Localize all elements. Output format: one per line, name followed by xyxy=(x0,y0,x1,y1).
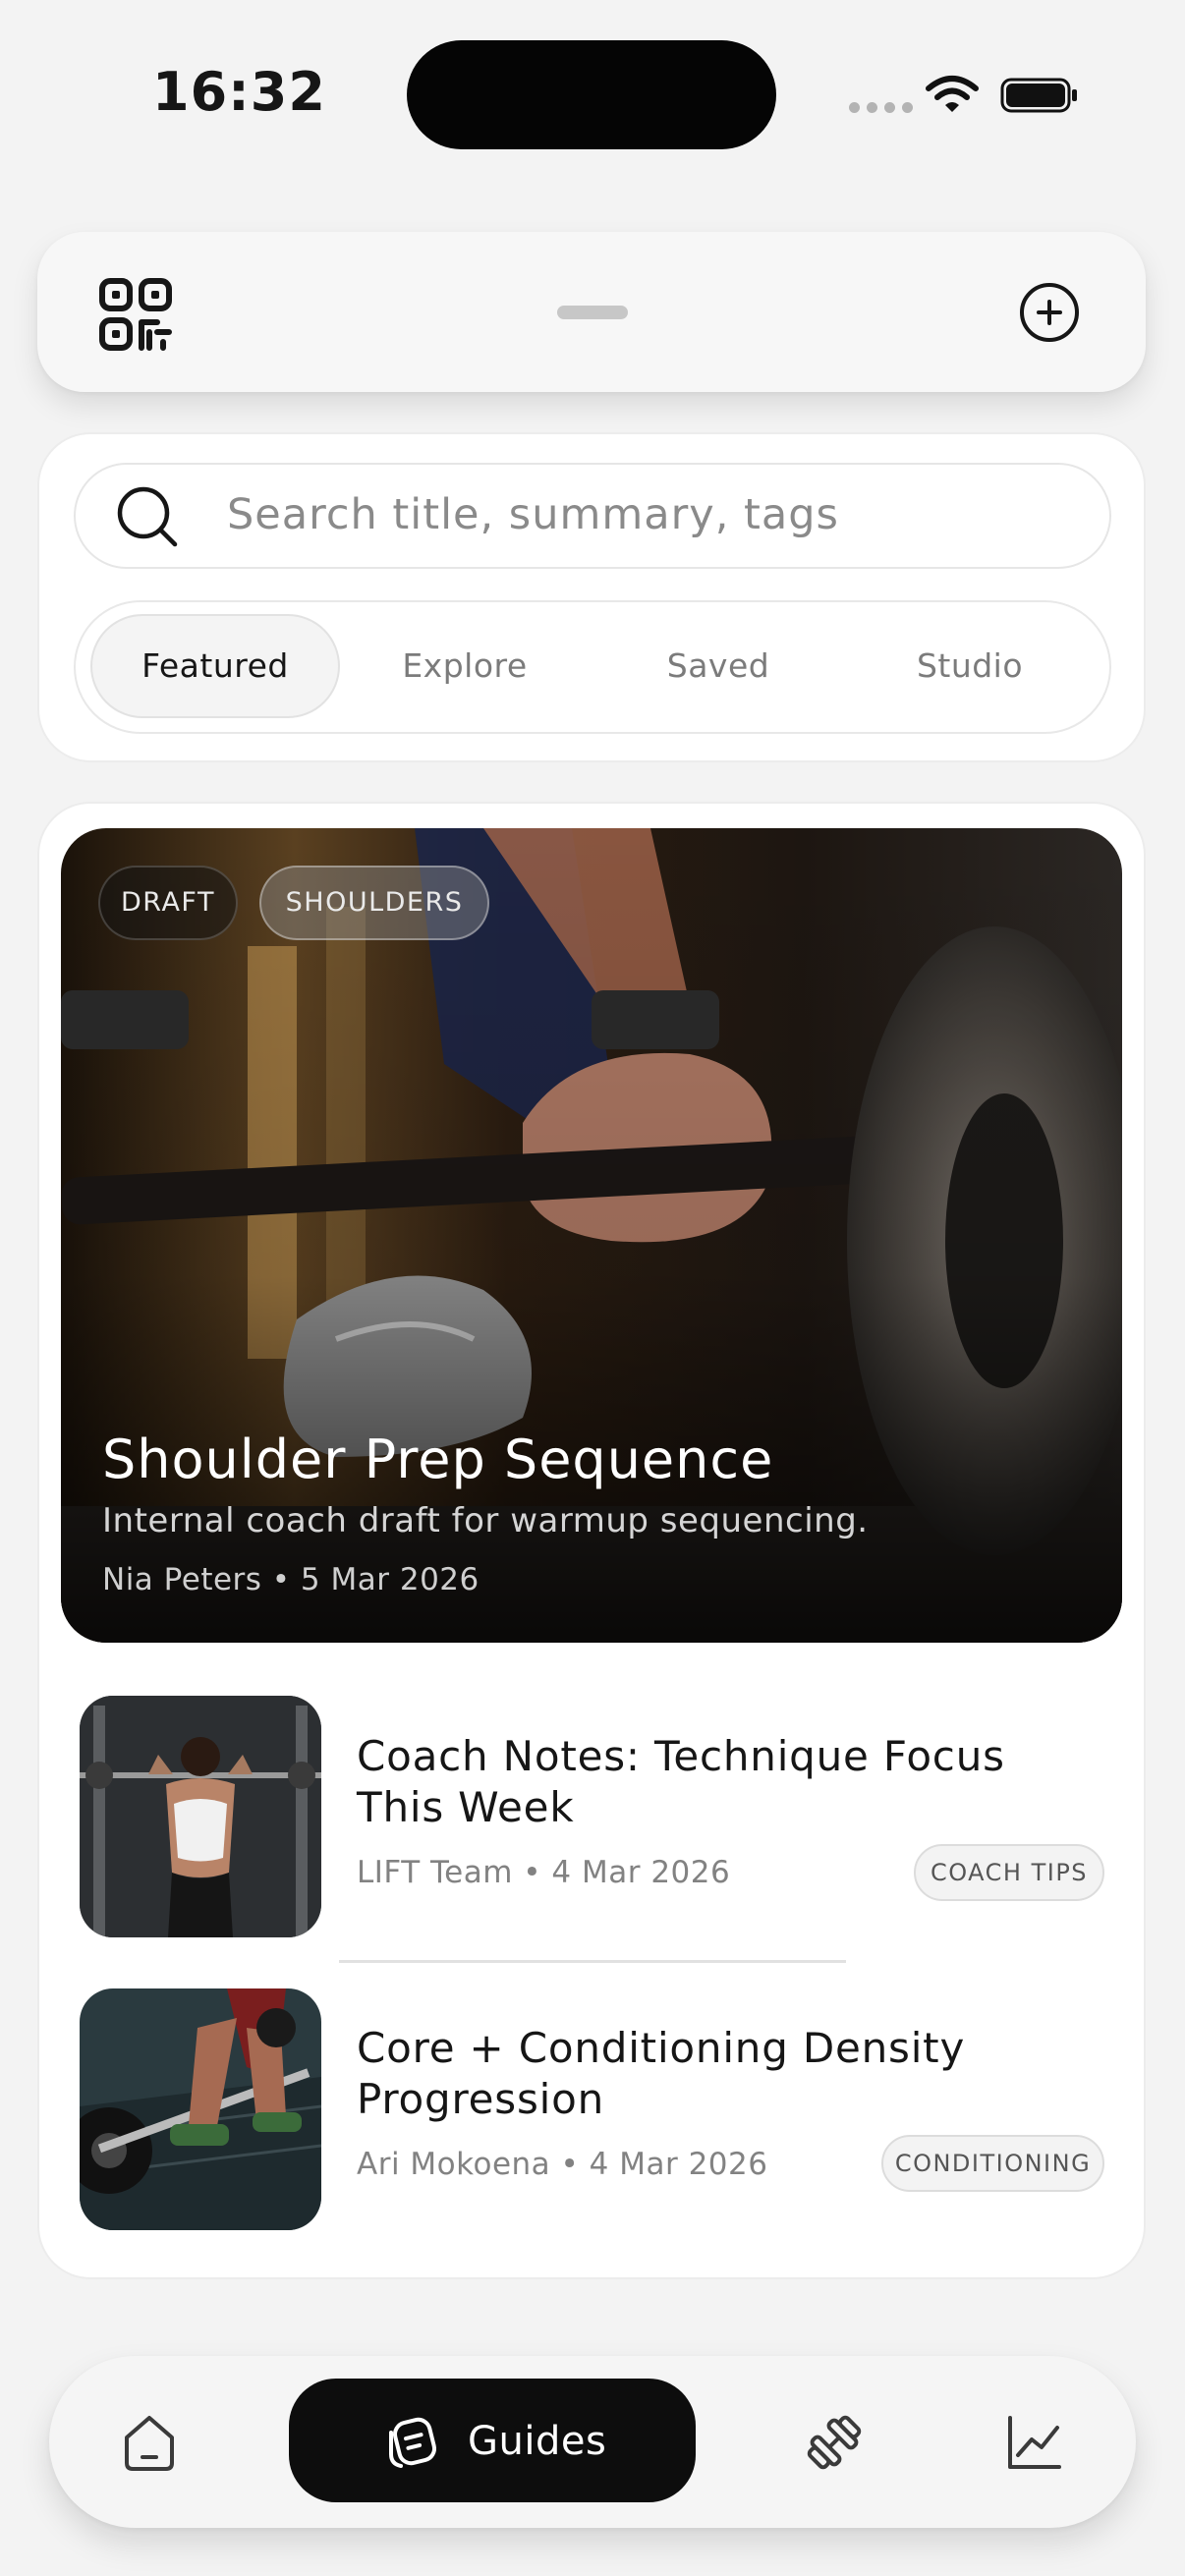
tag-shoulders: SHOULDERS xyxy=(259,866,489,940)
article-category-badge: CONDITIONING xyxy=(881,2135,1104,2192)
search-icon xyxy=(117,486,178,547)
status-time: 16:32 xyxy=(152,61,326,123)
chart-line-icon[interactable] xyxy=(1004,2412,1065,2473)
tab-featured[interactable]: Featured xyxy=(90,644,340,688)
featured-summary: Internal coach draft for warmup sequenci… xyxy=(102,1501,869,1540)
home-icon[interactable] xyxy=(119,2412,180,2473)
article-title[interactable]: Coach Notes: Technique Focus This Week xyxy=(357,1731,1103,1833)
qr-code-icon[interactable] xyxy=(98,277,173,352)
article-meta: Ari Mokoena • 4 Mar 2026 xyxy=(357,2147,768,2182)
search-placeholder[interactable]: Search title, summary, tags xyxy=(227,487,839,542)
cellular-signal-icon xyxy=(849,102,913,113)
dynamic-island xyxy=(407,40,776,149)
article-thumbnail[interactable] xyxy=(80,1988,321,2230)
dumbbell-icon[interactable] xyxy=(804,2412,865,2473)
battery-icon xyxy=(1000,78,1077,113)
featured-meta: Nia Peters • 5 Mar 2026 xyxy=(102,1562,480,1597)
featured-title: Shoulder Prep Sequence xyxy=(102,1428,774,1490)
tab-studio[interactable]: Studio xyxy=(845,644,1095,688)
tab-saved[interactable]: Saved xyxy=(593,644,843,688)
list-divider xyxy=(339,1960,846,1963)
wifi-icon xyxy=(926,76,979,112)
guides-icon xyxy=(389,2417,436,2468)
tab-guides-label[interactable]: Guides xyxy=(468,2419,606,2464)
article-title[interactable]: Core + Conditioning Density Progression xyxy=(357,2023,1103,2125)
tag-draft: DRAFT xyxy=(98,866,238,940)
add-circle-icon[interactable] xyxy=(1018,281,1081,344)
article-thumbnail[interactable] xyxy=(80,1696,321,1937)
tab-explore[interactable]: Explore xyxy=(340,644,590,688)
article-meta: LIFT Team • 4 Mar 2026 xyxy=(357,1855,731,1890)
article-category-badge: COACH TIPS xyxy=(914,1844,1104,1901)
drag-handle[interactable] xyxy=(557,306,628,319)
